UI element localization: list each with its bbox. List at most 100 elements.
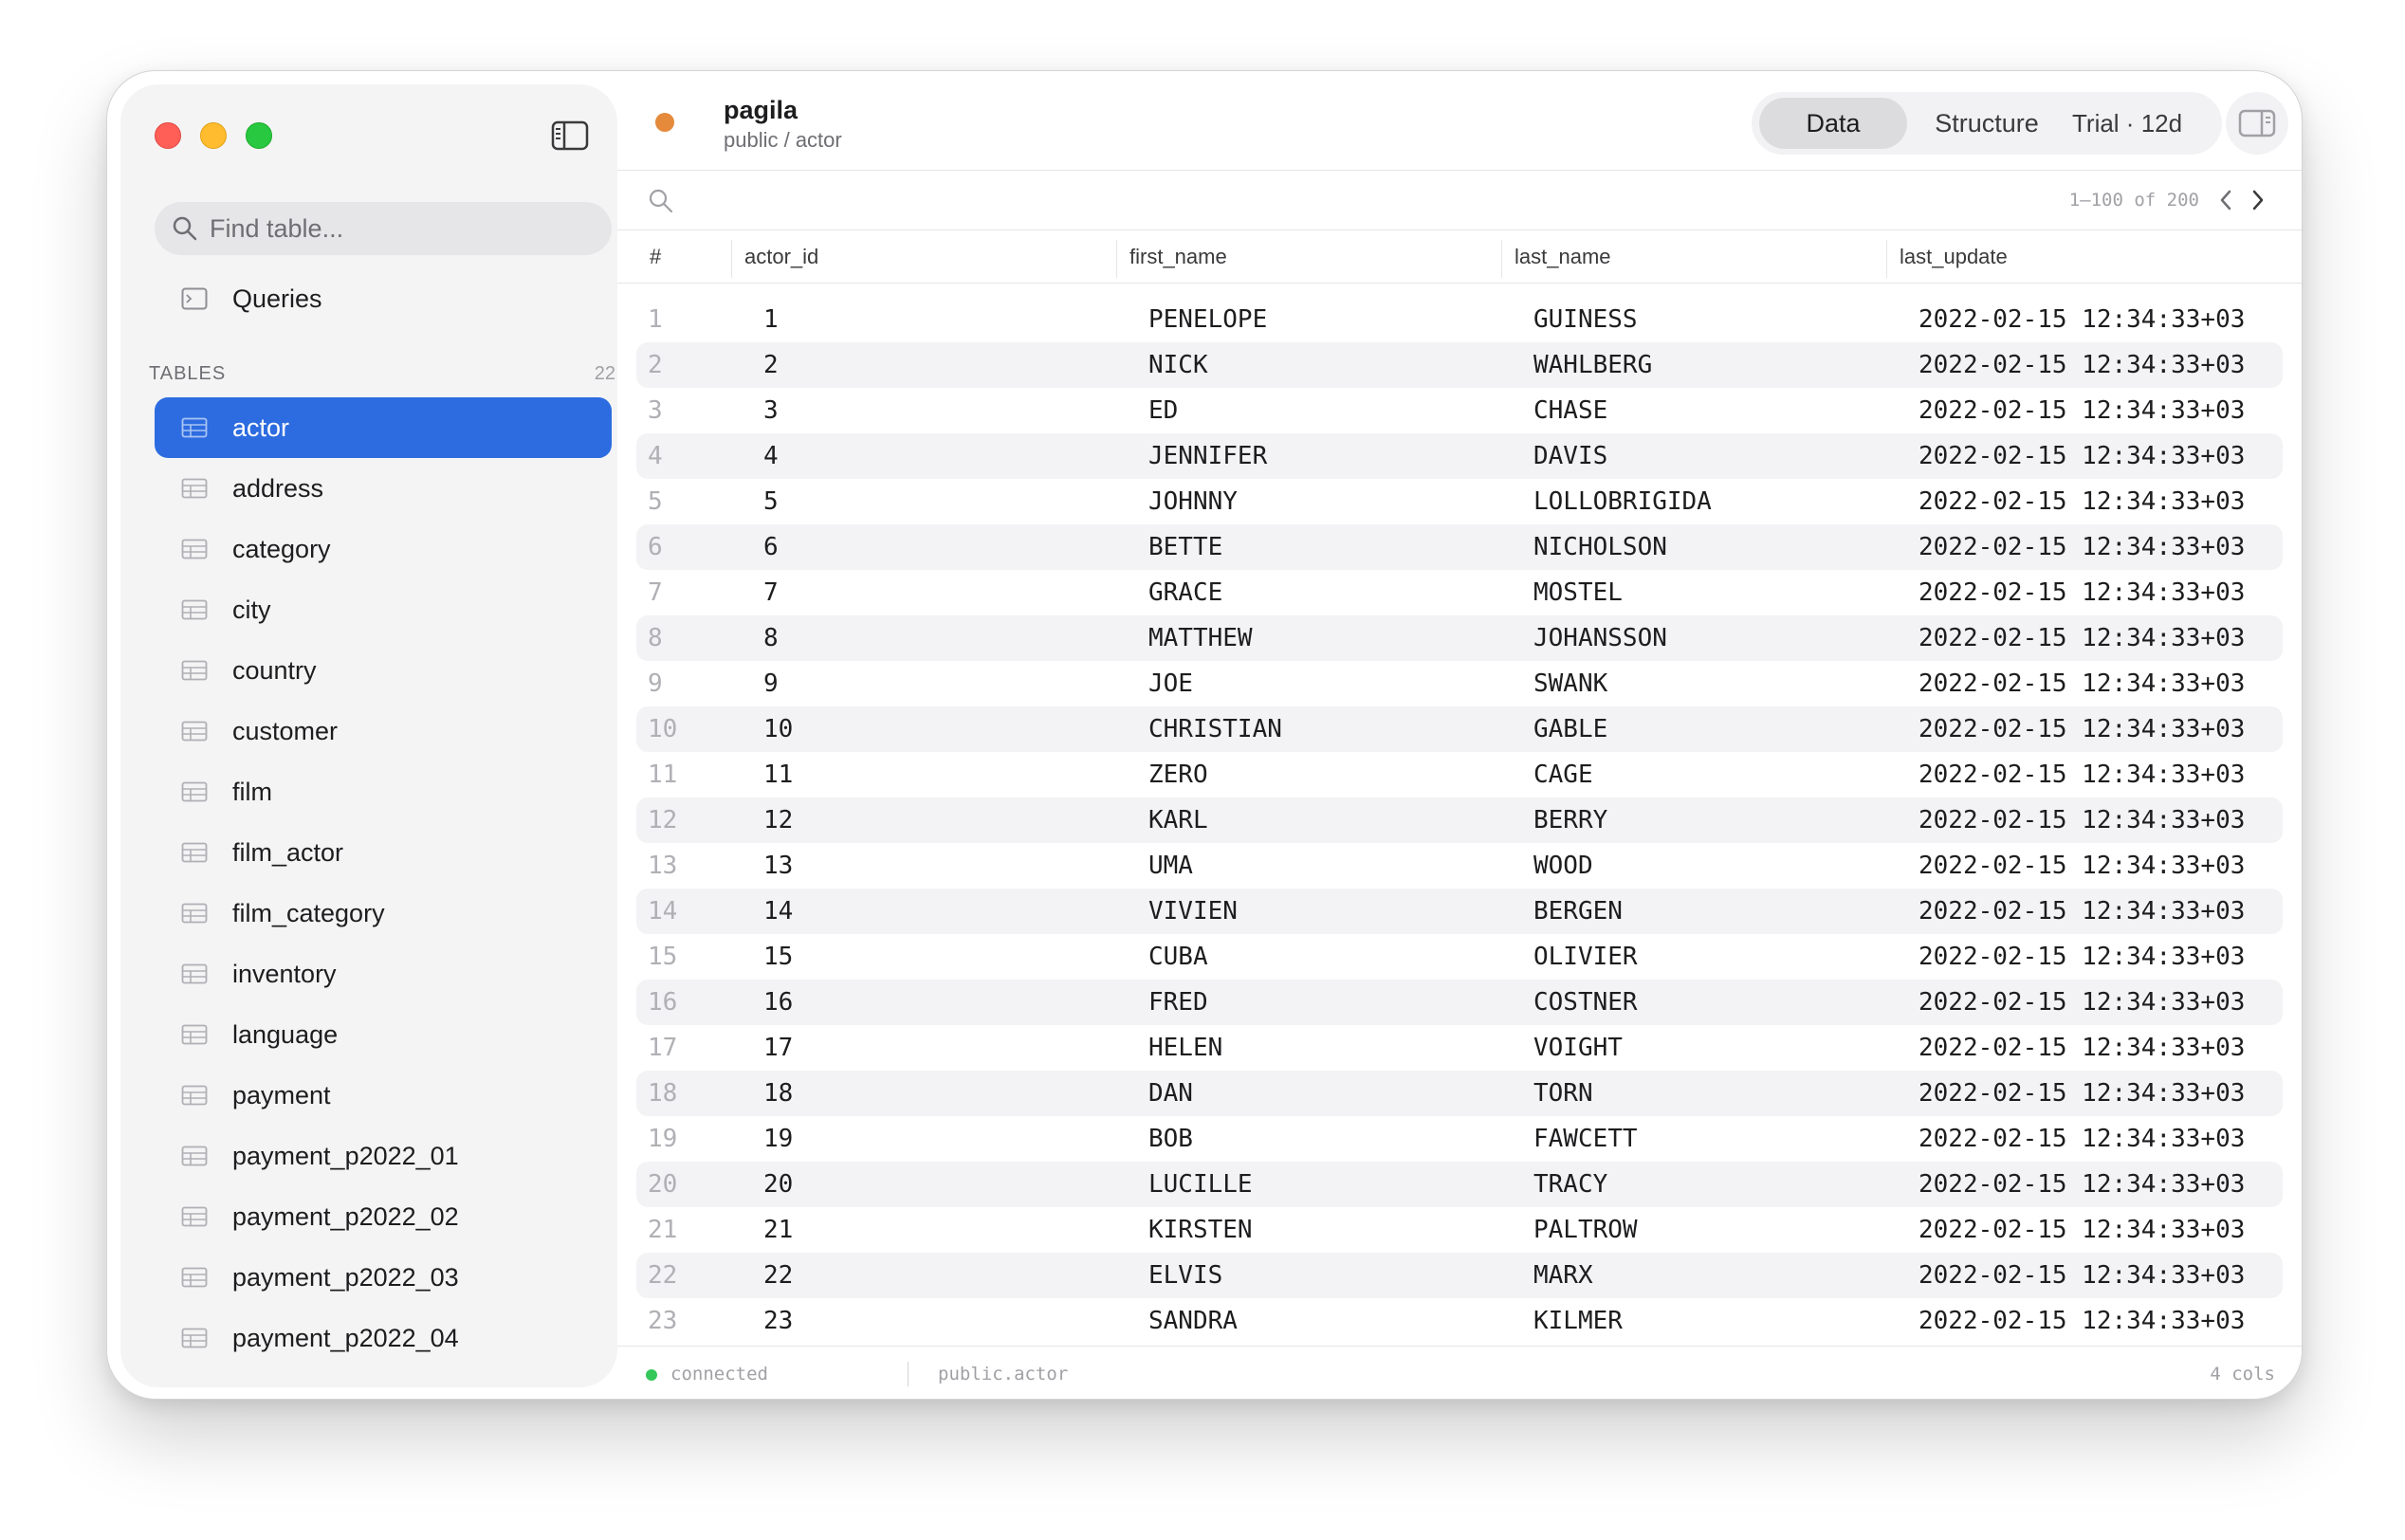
minimize-button[interactable]: [200, 122, 227, 149]
sidebar-item-category[interactable]: category: [155, 519, 612, 579]
tab-data[interactable]: Data: [1759, 98, 1907, 149]
trial-badge[interactable]: Trial · 12d: [2072, 109, 2182, 138]
column-header-actor-id[interactable]: actor_id: [744, 230, 818, 284]
cell-actor-id[interactable]: 19: [763, 1116, 793, 1162]
table-row[interactable]: 8 8 MATTHEW JOHANSSON 2022-02-15 12:34:33+03: [636, 615, 2283, 661]
cell-actor-id[interactable]: 8: [763, 615, 779, 661]
table-row[interactable]: 6 6 BETTE NICHOLSON 2022-02-15 12:34:33+03: [636, 524, 2283, 570]
cell-actor-id[interactable]: 4: [763, 433, 779, 479]
cell-first-name[interactable]: CHRISTIAN: [1148, 706, 1282, 752]
cell-actor-id[interactable]: 18: [763, 1071, 793, 1116]
table-row[interactable]: 23 23 SANDRA KILMER 2022-02-15 12:34:33+03: [636, 1298, 2283, 1344]
cell-last-name[interactable]: TORN: [1533, 1071, 1593, 1116]
cell-actor-id[interactable]: 5: [763, 479, 779, 524]
cell-last-update[interactable]: 2022-02-15 12:34:33+03: [1918, 980, 2245, 1025]
cell-first-name[interactable]: CUBA: [1148, 934, 1208, 980]
cell-first-name[interactable]: ELVIS: [1148, 1253, 1222, 1298]
table-search[interactable]: [155, 202, 612, 255]
cell-first-name[interactable]: KARL: [1148, 798, 1208, 843]
cell-actor-id[interactable]: 17: [763, 1025, 793, 1071]
table-row[interactable]: 13 13 UMA WOOD 2022-02-15 12:34:33+03: [636, 843, 2283, 889]
sidebar-toggle-icon[interactable]: [551, 120, 589, 151]
cell-last-update[interactable]: 2022-02-15 12:34:33+03: [1918, 934, 2245, 980]
table-row[interactable]: 10 10 CHRISTIAN GABLE 2022-02-15 12:34:33+03: [636, 706, 2283, 752]
table-row[interactable]: 3 3 ED CHASE 2022-02-15 12:34:33+03: [636, 388, 2283, 433]
sidebar-item-payment-p2022-01[interactable]: payment_p2022_01: [155, 1126, 612, 1186]
cell-last-update[interactable]: 2022-02-15 12:34:33+03: [1918, 1025, 2245, 1071]
cell-last-update[interactable]: 2022-02-15 12:34:33+03: [1918, 433, 2245, 479]
cell-last-update[interactable]: 2022-02-15 12:34:33+03: [1918, 1298, 2245, 1344]
cell-actor-id[interactable]: 23: [763, 1298, 793, 1344]
sidebar-item-payment-p2022-02[interactable]: payment_p2022_02: [155, 1186, 612, 1247]
close-button[interactable]: [155, 122, 181, 149]
table-row[interactable]: 14 14 VIVIEN BERGEN 2022-02-15 12:34:33+03: [636, 889, 2283, 934]
sidebar-item-payment[interactable]: payment: [155, 1065, 612, 1126]
cell-first-name[interactable]: ZERO: [1148, 752, 1208, 798]
column-header-last-name[interactable]: last_name: [1515, 230, 1611, 284]
cell-last-update[interactable]: 2022-02-15 12:34:33+03: [1918, 388, 2245, 433]
cell-last-update[interactable]: 2022-02-15 12:34:33+03: [1918, 615, 2245, 661]
table-search-input[interactable]: [210, 213, 589, 244]
cell-actor-id[interactable]: 15: [763, 934, 793, 980]
cell-actor-id[interactable]: 22: [763, 1253, 793, 1298]
sidebar-item-actor[interactable]: actor: [155, 397, 612, 458]
table-row[interactable]: 15 15 CUBA OLIVIER 2022-02-15 12:34:33+03: [636, 934, 2283, 980]
cell-last-update[interactable]: 2022-02-15 12:34:33+03: [1918, 752, 2245, 798]
cell-first-name[interactable]: BOB: [1148, 1116, 1193, 1162]
cell-last-name[interactable]: JOHANSSON: [1533, 615, 1667, 661]
column-divider[interactable]: [1886, 240, 1887, 278]
cell-actor-id[interactable]: 14: [763, 889, 793, 934]
column-divider[interactable]: [1501, 240, 1502, 278]
cell-last-update[interactable]: 2022-02-15 12:34:33+03: [1918, 798, 2245, 843]
cell-actor-id[interactable]: 10: [763, 706, 793, 752]
chevron-left-icon[interactable]: [2216, 188, 2235, 212]
table-row[interactable]: 18 18 DAN TORN 2022-02-15 12:34:33+03: [636, 1071, 2283, 1116]
cell-first-name[interactable]: PENELOPE: [1148, 297, 1267, 342]
cell-first-name[interactable]: VIVIEN: [1148, 889, 1238, 934]
cell-actor-id[interactable]: 2: [763, 342, 779, 388]
column-divider[interactable]: [1116, 240, 1117, 278]
sidebar-item-film-actor[interactable]: film_actor: [155, 822, 612, 883]
cell-first-name[interactable]: MATTHEW: [1148, 615, 1253, 661]
filter-search-icon[interactable]: [648, 188, 674, 214]
sidebar-item-film-category[interactable]: film_category: [155, 883, 612, 944]
cell-last-name[interactable]: DAVIS: [1533, 433, 1607, 479]
cell-last-name[interactable]: CAGE: [1533, 752, 1593, 798]
inspector-toggle-button[interactable]: [2226, 92, 2288, 155]
column-header-row-number[interactable]: #: [650, 230, 661, 284]
table-row[interactable]: 19 19 BOB FAWCETT 2022-02-15 12:34:33+03: [636, 1116, 2283, 1162]
table-row[interactable]: 5 5 JOHNNY LOLLOBRIGIDA 2022-02-15 12:34:33+…: [636, 479, 2283, 524]
cell-last-name[interactable]: TRACY: [1533, 1162, 1607, 1207]
cell-last-update[interactable]: 2022-02-15 12:34:33+03: [1918, 843, 2245, 889]
cell-actor-id[interactable]: 20: [763, 1162, 793, 1207]
cell-last-name[interactable]: COSTNER: [1533, 980, 1638, 1025]
cell-actor-id[interactable]: 6: [763, 524, 779, 570]
cell-last-update[interactable]: 2022-02-15 12:34:33+03: [1918, 889, 2245, 934]
table-row[interactable]: 4 4 JENNIFER DAVIS 2022-02-15 12:34:33+03: [636, 433, 2283, 479]
table-row[interactable]: 1 1 PENELOPE GUINESS 2022-02-15 12:34:33+03: [636, 297, 2283, 342]
cell-last-update[interactable]: 2022-02-15 12:34:33+03: [1918, 1207, 2245, 1253]
tab-structure[interactable]: Structure: [1911, 98, 2063, 149]
cell-actor-id[interactable]: 16: [763, 980, 793, 1025]
cell-last-update[interactable]: 2022-02-15 12:34:33+03: [1918, 297, 2245, 342]
cell-actor-id[interactable]: 12: [763, 798, 793, 843]
cell-actor-id[interactable]: 13: [763, 843, 793, 889]
cell-last-name[interactable]: LOLLOBRIGIDA: [1533, 479, 1712, 524]
column-header-first-name[interactable]: first_name: [1129, 230, 1227, 284]
cell-last-update[interactable]: 2022-02-15 12:34:33+03: [1918, 661, 2245, 706]
cell-actor-id[interactable]: 21: [763, 1207, 793, 1253]
cell-last-update[interactable]: 2022-02-15 12:34:33+03: [1918, 479, 2245, 524]
cell-first-name[interactable]: GRACE: [1148, 570, 1222, 615]
cell-actor-id[interactable]: 9: [763, 661, 779, 706]
cell-first-name[interactable]: JOHNNY: [1148, 479, 1238, 524]
sidebar-item-city[interactable]: city: [155, 579, 612, 640]
chevron-right-icon[interactable]: [2249, 188, 2267, 212]
sidebar-item-payment-p2022-04[interactable]: payment_p2022_04: [155, 1308, 612, 1368]
cell-first-name[interactable]: FRED: [1148, 980, 1208, 1025]
cell-last-update[interactable]: 2022-02-15 12:34:33+03: [1918, 1116, 2245, 1162]
cell-last-name[interactable]: GUINESS: [1533, 297, 1638, 342]
cell-last-name[interactable]: WAHLBERG: [1533, 342, 1652, 388]
sidebar-item-payment-p2022-05[interactable]: payment_p2022_05: [155, 1368, 612, 1388]
table-row[interactable]: 11 11 ZERO CAGE 2022-02-15 12:34:33+03: [636, 752, 2283, 798]
cell-first-name[interactable]: LUCILLE: [1148, 1162, 1253, 1207]
